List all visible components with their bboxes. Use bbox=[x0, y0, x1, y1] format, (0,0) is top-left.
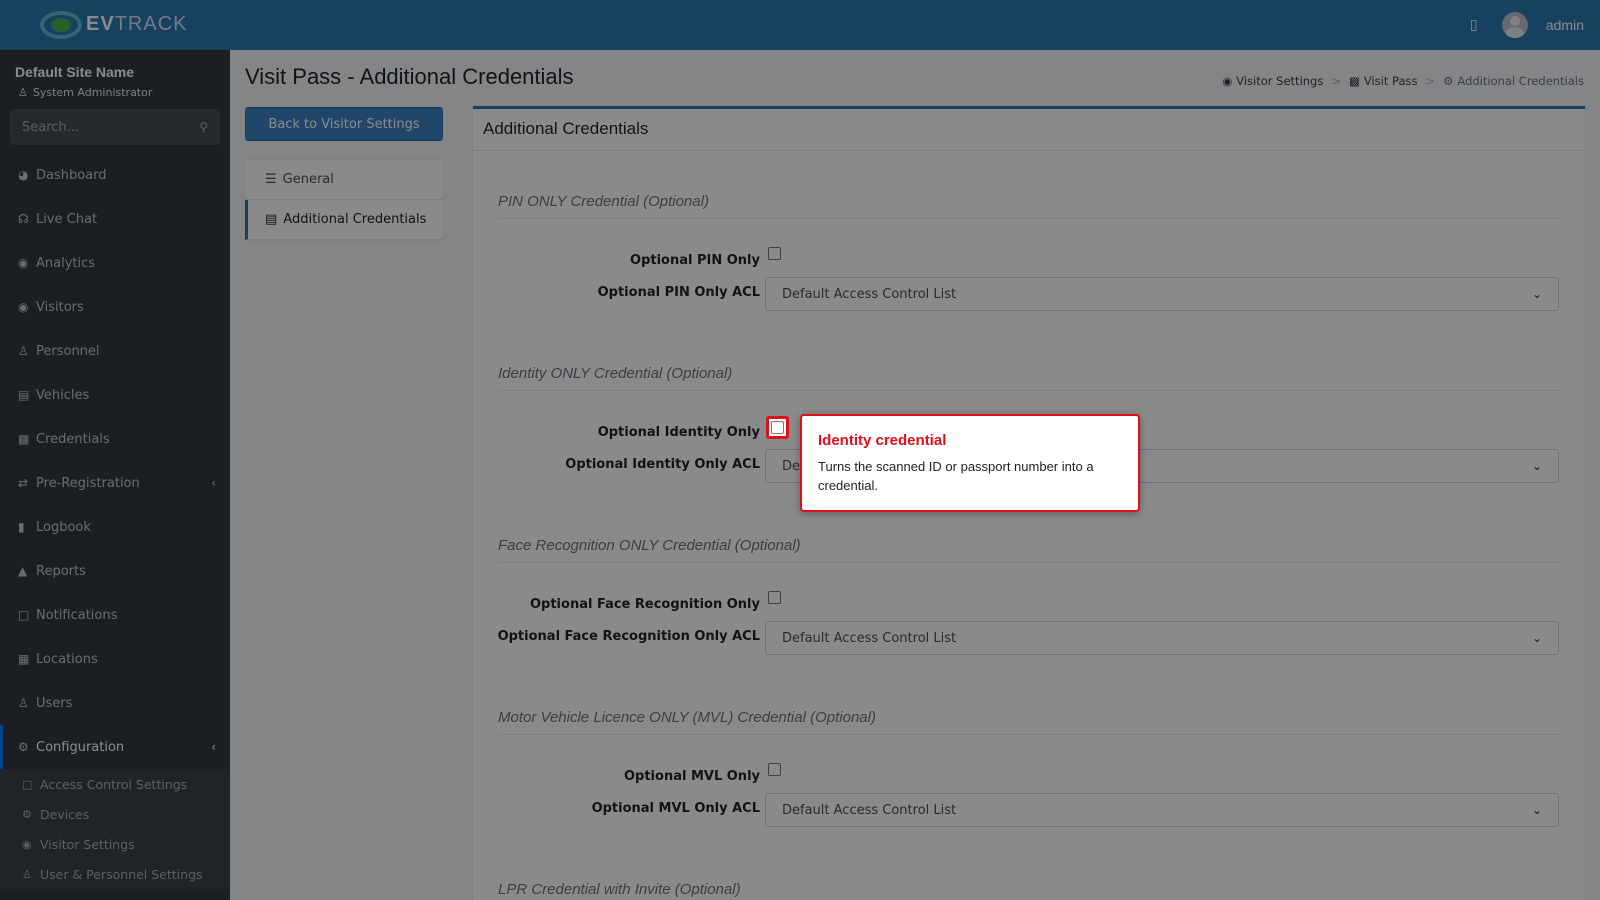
tour-tooltip: Identity credential Turns the scanned ID… bbox=[800, 414, 1140, 512]
highlighted-identity-checkbox[interactable] bbox=[766, 416, 789, 439]
tooltip-title: Identity credential bbox=[818, 432, 947, 449]
tooltip-body: Turns the scanned ID or passport number … bbox=[818, 459, 1094, 493]
